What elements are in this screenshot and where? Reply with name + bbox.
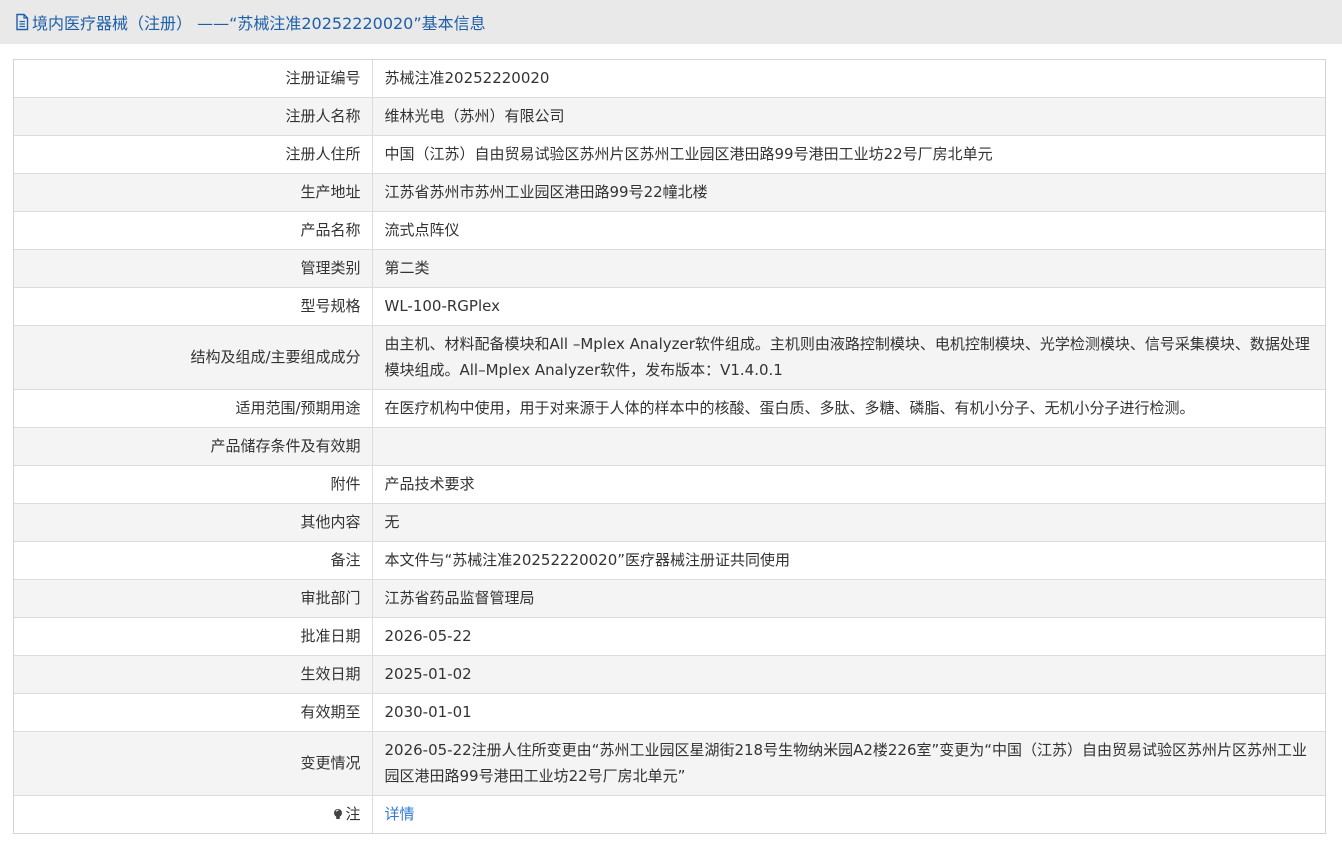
row-label: 生效日期 bbox=[14, 655, 373, 694]
row-value: 2026-05-22注册人住所变更由“苏州工业园区星湖街218号生物纳米园A2楼… bbox=[372, 731, 1325, 796]
table-row: 适用范围/预期用途 在医疗机构中使用，用于对来源于人体的样本中的核酸、蛋白质、多… bbox=[14, 389, 1325, 428]
row-label: 其他内容 bbox=[14, 503, 373, 542]
table-row: 有效期至 2030-01-01 bbox=[14, 693, 1325, 732]
row-value: 本文件与“苏械注准20252220020”医疗器械注册证共同使用 bbox=[372, 541, 1325, 580]
row-value bbox=[372, 427, 1325, 466]
table-row: 管理类别 第二类 bbox=[14, 249, 1325, 288]
row-value: 2030-01-01 bbox=[372, 693, 1325, 732]
table-row: 备注 本文件与“苏械注准20252220020”医疗器械注册证共同使用 bbox=[14, 541, 1325, 580]
row-value: 流式点阵仪 bbox=[372, 211, 1325, 250]
table-row: 变更情况 2026-05-22注册人住所变更由“苏州工业园区星湖街218号生物纳… bbox=[14, 731, 1325, 796]
note-label: 注 bbox=[345, 805, 361, 824]
info-table: 注册证编号 苏械注准20252220020 注册人名称 维林光电（苏州）有限公司… bbox=[13, 59, 1326, 834]
row-value: 由主机、材料配备模块和All –Mplex Analyzer软件组成。主机则由液… bbox=[372, 325, 1325, 390]
row-value: 在医疗机构中使用，用于对来源于人体的样本中的核酸、蛋白质、多肽、多糖、磷脂、有机… bbox=[372, 389, 1325, 428]
row-label: 生产地址 bbox=[14, 173, 373, 212]
row-label: 附件 bbox=[14, 465, 373, 504]
table-row: 注册人名称 维林光电（苏州）有限公司 bbox=[14, 97, 1325, 136]
row-label: 适用范围/预期用途 bbox=[14, 389, 373, 428]
table-row: 产品储存条件及有效期 bbox=[14, 427, 1325, 466]
table-row: 结构及组成/主要组成成分 由主机、材料配备模块和All –Mplex Analy… bbox=[14, 325, 1325, 390]
row-value: 苏械注准20252220020 bbox=[372, 60, 1325, 98]
table-row-note: 注 详情 bbox=[14, 795, 1325, 833]
table-row: 其他内容 无 bbox=[14, 503, 1325, 542]
row-label: 注册人名称 bbox=[14, 97, 373, 136]
row-value: 江苏省药品监督管理局 bbox=[372, 579, 1325, 618]
note-label-cell: 注 bbox=[14, 795, 373, 833]
row-label: 批准日期 bbox=[14, 617, 373, 656]
row-label: 有效期至 bbox=[14, 693, 373, 732]
table-row: 审批部门 江苏省药品监督管理局 bbox=[14, 579, 1325, 618]
row-value: 中国（江苏）自由贸易试验区苏州片区苏州工业园区港田路99号港田工业坊22号厂房北… bbox=[372, 135, 1325, 174]
row-value: 江苏省苏州市苏州工业园区港田路99号22幢北楼 bbox=[372, 173, 1325, 212]
row-label: 备注 bbox=[14, 541, 373, 580]
row-value: 第二类 bbox=[372, 249, 1325, 288]
lightbulb-icon bbox=[334, 809, 343, 820]
table-row: 生效日期 2025-01-02 bbox=[14, 655, 1325, 694]
row-value: 产品技术要求 bbox=[372, 465, 1325, 504]
info-table-body: 注册证编号 苏械注准20252220020 注册人名称 维林光电（苏州）有限公司… bbox=[14, 60, 1325, 833]
row-label: 产品名称 bbox=[14, 211, 373, 250]
row-label: 产品储存条件及有效期 bbox=[14, 427, 373, 466]
row-value: 2026-05-22 bbox=[372, 617, 1325, 656]
row-label: 注册证编号 bbox=[14, 60, 373, 98]
row-label: 变更情况 bbox=[14, 731, 373, 796]
page-header: 境内医疗器械（注册） ——“苏械注准20252220020”基本信息 bbox=[0, 0, 1342, 44]
row-label: 结构及组成/主要组成成分 bbox=[14, 325, 373, 390]
row-label: 审批部门 bbox=[14, 579, 373, 618]
table-row: 附件 产品技术要求 bbox=[14, 465, 1325, 504]
table-row: 生产地址 江苏省苏州市苏州工业园区港田路99号22幢北楼 bbox=[14, 173, 1325, 212]
row-label: 注册人住所 bbox=[14, 135, 373, 174]
table-row: 型号规格 WL-100-RGPlex bbox=[14, 287, 1325, 326]
table-row: 注册人住所 中国（江苏）自由贸易试验区苏州片区苏州工业园区港田路99号港田工业坊… bbox=[14, 135, 1325, 174]
row-value: 维林光电（苏州）有限公司 bbox=[372, 97, 1325, 136]
row-value: WL-100-RGPlex bbox=[372, 287, 1325, 326]
table-row: 产品名称 流式点阵仪 bbox=[14, 211, 1325, 250]
row-label: 管理类别 bbox=[14, 249, 373, 288]
details-link[interactable]: 详情 bbox=[385, 805, 415, 823]
table-row: 批准日期 2026-05-22 bbox=[14, 617, 1325, 656]
row-value: 2025-01-02 bbox=[372, 655, 1325, 694]
note-value-cell: 详情 bbox=[372, 795, 1325, 833]
table-row: 注册证编号 苏械注准20252220020 bbox=[14, 60, 1325, 98]
row-value: 无 bbox=[372, 503, 1325, 542]
row-label: 型号规格 bbox=[14, 287, 373, 326]
page-title: 境内医疗器械（注册） ——“苏械注准20252220020”基本信息 bbox=[32, 14, 486, 33]
document-icon bbox=[16, 13, 29, 31]
